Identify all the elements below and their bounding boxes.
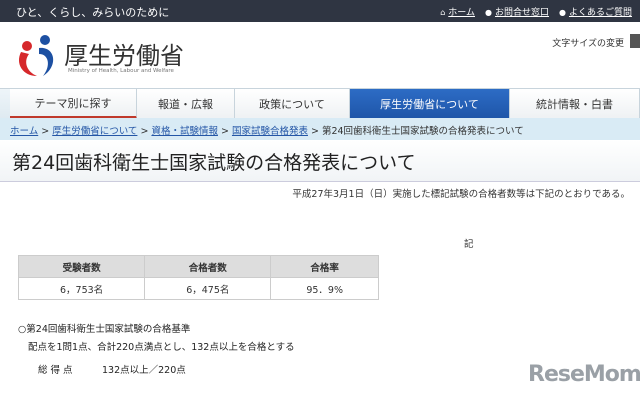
header-examinees: 受験者数	[17, 255, 146, 278]
resemom-watermark: ReseMom	[528, 362, 640, 387]
score-label: 総 得 点	[38, 365, 73, 376]
breadcrumb-sep: >	[217, 126, 232, 137]
top-bar: ひと、くらし、みらいのために ⌂ ホーム ● お問合せ窓口 ● よくあるご質問	[0, 0, 640, 22]
site-header: 厚生労働省 Ministry of Health, Labour and Wel…	[0, 22, 640, 88]
font-size-label: 文字サイズの変更	[552, 39, 624, 49]
breadcrumb-sep: >	[38, 126, 53, 137]
tagline: ひと、くらし、みらいのために	[16, 6, 170, 19]
lead-text: 平成27年3月1日（日）実施した標記試験の合格者数等は下記のとおりである。	[292, 189, 630, 200]
arrow-circle-icon: ●	[485, 8, 492, 17]
breadcrumb: ホーム > 厚生労働省について > 資格・試験情報 > 国家試験合格発表 > 第…	[0, 118, 640, 140]
page-title-box: 第24回歯科衛生士国家試験の合格発表について	[0, 140, 640, 182]
examinees-value: 6，753名	[17, 277, 146, 300]
pass-rate-value: 95．9%	[270, 277, 379, 300]
breadcrumb-about[interactable]: 厚生労働省について	[52, 126, 137, 137]
font-size-button[interactable]	[630, 34, 640, 48]
contact-link[interactable]: お問合せ窓口	[495, 8, 549, 18]
breadcrumb-exams[interactable]: 資格・試験情報	[151, 126, 218, 137]
nav-press[interactable]: 報道・広報	[137, 89, 235, 119]
nav-policy[interactable]: 政策について	[235, 89, 350, 119]
mhlw-logo-icon[interactable]	[15, 32, 63, 80]
score-value: 132点以上／220点	[102, 365, 186, 376]
faq-link[interactable]: よくあるご質問	[569, 8, 632, 18]
passers-value: 6，475名	[144, 277, 272, 300]
breadcrumb-results[interactable]: 国家試験合格発表	[232, 126, 308, 137]
breadcrumb-sep: >	[137, 126, 152, 137]
main-nav: テーマ別に探す 報道・広報 政策について 厚生労働省について 統計情報・白書	[0, 88, 640, 119]
table-header-row: 受験者数 合格者数 合格率	[17, 255, 379, 278]
page-title: 第24回歯科衛生士国家試験の合格発表について	[12, 152, 416, 174]
logo-subtitle: Ministry of Health, Labour and Welfare	[68, 68, 174, 74]
nav-statistics[interactable]: 統計情報・白書	[510, 89, 640, 119]
breadcrumb-home[interactable]: ホーム	[10, 126, 38, 137]
arrow-circle-icon: ●	[559, 8, 566, 17]
home-link[interactable]: ホーム	[448, 8, 475, 18]
criteria-description: 配点を1問1点、合計220点満点とし、132点以上を合格とする	[28, 342, 295, 353]
home-icon: ⌂	[440, 8, 446, 17]
header-pass-rate: 合格率	[270, 255, 379, 278]
breadcrumb-sep: >	[307, 126, 322, 137]
nav-about[interactable]: 厚生労働省について	[350, 89, 510, 119]
table-row: 6，753名 6，475名 95．9%	[17, 277, 379, 300]
criteria-heading: ○第24回歯科衛生士国家試験の合格基準	[18, 324, 191, 335]
logo-text: 厚生労働省	[64, 42, 184, 70]
breadcrumb-current: 第24回歯科衛生士国家試験の合格発表について	[321, 126, 524, 137]
results-table: 受験者数 合格者数 合格率 6，753名 6，475名 95．9%	[17, 255, 379, 300]
ki-label: 記	[464, 239, 474, 250]
nav-theme[interactable]: テーマ別に探す	[10, 89, 137, 119]
header-passers: 合格者数	[144, 255, 272, 278]
